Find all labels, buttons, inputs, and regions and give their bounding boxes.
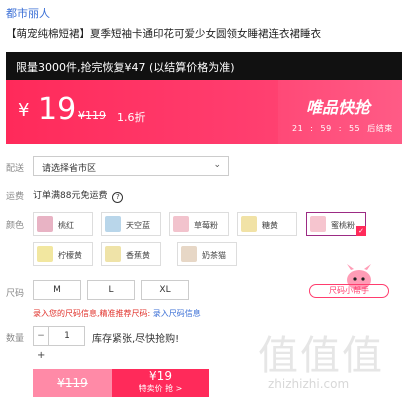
color-option-5[interactable]: 柠檬黄	[33, 242, 93, 266]
flash-sale-panel: 唯品快抢 21 : 59 : 55 后结束	[278, 80, 402, 144]
quantity-stepper[interactable]: − 1	[33, 326, 85, 346]
countdown-timer: 21 : 59 : 55 后结束	[292, 123, 397, 134]
size-option-xl[interactable]: XL	[141, 280, 189, 300]
store-name[interactable]: 都市丽人	[6, 5, 50, 21]
size-hint: 录入您的尺码信息,精准推荐尺码: 录入尺码信息	[33, 308, 201, 319]
quantity-input[interactable]: 1	[48, 327, 85, 345]
flash-sale-tag: 唯品快抢	[306, 98, 371, 117]
timer-hours: 21	[292, 124, 304, 133]
buy-price: ¥19	[149, 369, 172, 383]
color-thumb	[37, 246, 53, 262]
watermark: 值值值 zhizhizhi.com	[258, 335, 384, 391]
size-label: 尺码	[6, 289, 25, 299]
color-option-7[interactable]: 奶茶猫	[177, 242, 237, 266]
color-option-2[interactable]: 草莓粉	[169, 212, 229, 236]
original-price: ¥119	[78, 109, 106, 122]
color-option-label: 糖黄	[262, 221, 278, 230]
watermark-url: zhizhizhi.com	[268, 377, 350, 391]
timer-suffix: 后结束	[367, 124, 393, 133]
delivery-label: 配送	[6, 164, 25, 174]
chevron-down-icon: ⌄	[213, 160, 221, 170]
color-option-label: 草莓粉	[194, 221, 218, 230]
original-price-button[interactable]: ¥119	[33, 369, 112, 397]
color-thumb	[105, 246, 121, 262]
size-hint-text: 录入您的尺码信息,精准推荐尺码:	[33, 309, 151, 318]
sale-price: 19	[38, 92, 77, 127]
price-band: ¥ 19 ¥119 1.6折 唯品快抢 21 : 59 : 55 后结束	[6, 80, 402, 144]
color-thumb	[173, 216, 189, 232]
region-select[interactable]: 请选择省市区 ⌄	[33, 156, 229, 176]
watermark-chars: 值值值	[258, 333, 384, 379]
color-option-label: 香蕉黄	[126, 251, 150, 260]
color-label: 颜色	[6, 221, 25, 231]
size-helper-button[interactable]: 尺码小帮手	[309, 284, 389, 298]
color-option-label: 柠檬黄	[58, 251, 82, 260]
buy-now-button[interactable]: ¥19 特卖价 抢 >	[112, 369, 209, 397]
color-thumb	[241, 216, 257, 232]
color-thumb	[105, 216, 121, 232]
product-title: 【萌宠纯棉短裙】夏季短袖卡通印花可爱少女圆领女睡裙连衣裙睡衣	[6, 28, 321, 40]
color-thumb	[310, 216, 326, 232]
stock-notice: 库存紧张,尽快抢购!	[92, 334, 180, 345]
quantity-minus-button[interactable]: −	[34, 327, 48, 345]
size-option-l[interactable]: L	[87, 280, 135, 300]
timer-sep: :	[310, 124, 314, 133]
quantity-label: 数量	[6, 334, 25, 344]
color-option-1[interactable]: 天空蓝	[101, 212, 161, 236]
timer-seconds: 55	[348, 124, 361, 133]
promo-banner-text: 限量3000件,抢完恢复¥47 (以结算价格为准)	[16, 61, 235, 74]
color-option-4-selected[interactable]: 蜜桃粉	[306, 212, 366, 236]
timer-sep: :	[338, 124, 342, 133]
region-select-value: 请选择省市区	[42, 164, 97, 174]
color-option-label: 奶茶猫	[202, 251, 226, 260]
color-option-label: 天空蓝	[126, 221, 150, 230]
promo-banner: 限量3000件,抢完恢复¥47 (以结算价格为准)	[6, 52, 402, 80]
discount-rate: 1.6折	[117, 111, 146, 124]
shipping-info: 订单满88元免运费 ?	[33, 188, 124, 203]
color-thumb	[181, 246, 197, 262]
help-icon[interactable]: ?	[112, 192, 124, 203]
shipping-text: 订单满88元免运费	[33, 191, 108, 201]
buy-label: 特卖价 抢 >	[138, 384, 183, 393]
color-option-label: 桃红	[58, 221, 74, 230]
color-option-label: 蜜桃粉	[331, 221, 355, 230]
size-entry-link[interactable]: 录入尺码信息	[153, 309, 201, 318]
color-option-6[interactable]: 香蕉黄	[101, 242, 161, 266]
currency-symbol: ¥	[18, 100, 30, 121]
size-option-m[interactable]: M	[33, 280, 81, 300]
timer-minutes: 59	[320, 124, 332, 133]
color-option-3[interactable]: 糖黄	[237, 212, 297, 236]
quantity-plus-button[interactable]: +	[37, 350, 45, 361]
color-thumb	[37, 216, 53, 232]
color-option-0[interactable]: 桃红	[33, 212, 93, 236]
shipping-label: 运费	[6, 192, 25, 202]
